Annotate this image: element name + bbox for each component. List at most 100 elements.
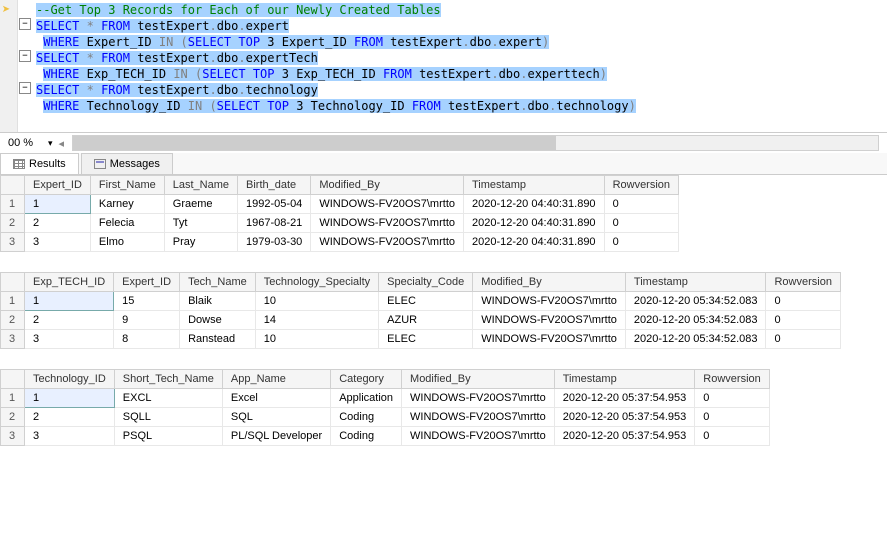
scroll-left-icon[interactable]: ◂ bbox=[59, 137, 65, 150]
fold-toggle[interactable]: − bbox=[19, 18, 31, 30]
cell[interactable]: 2020-12-20 05:34:52.083 bbox=[625, 311, 766, 330]
column-header[interactable]: Modified_By bbox=[402, 370, 555, 389]
zoom-input[interactable] bbox=[8, 137, 48, 149]
cell[interactable]: EXCL bbox=[114, 389, 222, 408]
cell[interactable]: 0 bbox=[766, 330, 840, 349]
sql-editor[interactable]: ➤ − − − --Get Top 3 Records for Each of … bbox=[0, 0, 887, 132]
cell[interactable]: 0 bbox=[695, 427, 769, 446]
column-header[interactable]: Expert_ID bbox=[25, 176, 91, 195]
cell[interactable]: WINDOWS-FV20OS7\mrtto bbox=[473, 292, 626, 311]
cell[interactable]: 1 bbox=[25, 195, 91, 214]
table-row[interactable]: 33ElmoPray1979-03-30WINDOWS-FV20OS7\mrtt… bbox=[1, 233, 679, 252]
cell[interactable]: Coding bbox=[331, 427, 402, 446]
cell[interactable]: Ranstead bbox=[180, 330, 256, 349]
cell[interactable]: 9 bbox=[114, 311, 180, 330]
column-header[interactable]: Technology_Specialty bbox=[255, 273, 378, 292]
tab-results[interactable]: Results bbox=[0, 153, 79, 174]
cell[interactable]: 2 bbox=[25, 214, 91, 233]
row-number[interactable]: 3 bbox=[1, 427, 25, 446]
cell[interactable]: Application bbox=[331, 389, 402, 408]
cell[interactable]: 2 bbox=[25, 408, 115, 427]
cell[interactable]: 0 bbox=[766, 311, 840, 330]
cell[interactable]: 15 bbox=[114, 292, 180, 311]
column-header[interactable]: Expert_ID bbox=[114, 273, 180, 292]
row-number[interactable]: 1 bbox=[1, 292, 25, 311]
cell[interactable]: 2020-12-20 05:37:54.953 bbox=[554, 408, 695, 427]
column-header[interactable]: First_Name bbox=[90, 176, 164, 195]
data-table[interactable]: Technology_IDShort_Tech_NameApp_NameCate… bbox=[0, 369, 770, 446]
row-number[interactable]: 2 bbox=[1, 311, 25, 330]
cell[interactable]: 10 bbox=[255, 292, 378, 311]
cell[interactable]: 0 bbox=[604, 214, 678, 233]
cell[interactable]: 1992-05-04 bbox=[238, 195, 311, 214]
table-row[interactable]: 229Dowse14AZURWINDOWS-FV20OS7\mrtto2020-… bbox=[1, 311, 841, 330]
cell[interactable]: Blaik bbox=[180, 292, 256, 311]
cell[interactable]: 2020-12-20 05:34:52.083 bbox=[625, 292, 766, 311]
cell[interactable]: 1 bbox=[25, 389, 115, 408]
row-number[interactable]: 2 bbox=[1, 214, 25, 233]
cell[interactable]: 0 bbox=[604, 195, 678, 214]
cell[interactable]: 10 bbox=[255, 330, 378, 349]
cell[interactable]: ELEC bbox=[379, 330, 473, 349]
column-header[interactable]: App_Name bbox=[222, 370, 330, 389]
column-header[interactable]: Timestamp bbox=[554, 370, 695, 389]
cell[interactable]: 0 bbox=[604, 233, 678, 252]
cell[interactable]: 0 bbox=[695, 408, 769, 427]
column-header[interactable]: Short_Tech_Name bbox=[114, 370, 222, 389]
row-number[interactable]: 1 bbox=[1, 195, 25, 214]
cell[interactable]: Coding bbox=[331, 408, 402, 427]
cell[interactable]: ELEC bbox=[379, 292, 473, 311]
column-header[interactable]: Technology_ID bbox=[25, 370, 115, 389]
cell[interactable]: 0 bbox=[695, 389, 769, 408]
cell[interactable]: SQL bbox=[222, 408, 330, 427]
cell[interactable]: Graeme bbox=[164, 195, 237, 214]
cell[interactable]: WINDOWS-FV20OS7\mrtto bbox=[402, 408, 555, 427]
row-number[interactable]: 2 bbox=[1, 408, 25, 427]
cell[interactable]: WINDOWS-FV20OS7\mrtto bbox=[311, 233, 464, 252]
horizontal-scrollbar[interactable] bbox=[72, 135, 879, 151]
cell[interactable]: AZUR bbox=[379, 311, 473, 330]
cell[interactable]: 2020-12-20 04:40:31.890 bbox=[464, 195, 605, 214]
cell[interactable]: 14 bbox=[255, 311, 378, 330]
cell[interactable]: 1967-08-21 bbox=[238, 214, 311, 233]
cell[interactable]: 2 bbox=[25, 311, 114, 330]
table-row[interactable]: 22SQLLSQLCodingWINDOWS-FV20OS7\mrtto2020… bbox=[1, 408, 770, 427]
column-header[interactable]: Rowversion bbox=[695, 370, 769, 389]
cell[interactable]: 2020-12-20 05:37:54.953 bbox=[554, 389, 695, 408]
zoom-dropdown-icon[interactable]: ▾ bbox=[48, 138, 53, 149]
column-header[interactable]: Timestamp bbox=[625, 273, 766, 292]
cell[interactable]: WINDOWS-FV20OS7\mrtto bbox=[473, 311, 626, 330]
column-header[interactable]: Category bbox=[331, 370, 402, 389]
cell[interactable]: 2020-12-20 04:40:31.890 bbox=[464, 233, 605, 252]
cell[interactable]: WINDOWS-FV20OS7\mrtto bbox=[402, 389, 555, 408]
column-header[interactable]: Last_Name bbox=[164, 176, 237, 195]
cell[interactable]: 3 bbox=[25, 330, 114, 349]
cell[interactable]: WINDOWS-FV20OS7\mrtto bbox=[311, 195, 464, 214]
column-header[interactable]: Modified_By bbox=[473, 273, 626, 292]
table-row[interactable]: 1115Blaik10ELECWINDOWS-FV20OS7\mrtto2020… bbox=[1, 292, 841, 311]
cell[interactable]: 3 bbox=[25, 233, 91, 252]
cell[interactable]: PL/SQL Developer bbox=[222, 427, 330, 446]
cell[interactable]: 2020-12-20 05:34:52.083 bbox=[625, 330, 766, 349]
row-number[interactable]: 3 bbox=[1, 233, 25, 252]
tab-messages[interactable]: Messages bbox=[81, 153, 173, 174]
cell[interactable]: WINDOWS-FV20OS7\mrtto bbox=[402, 427, 555, 446]
column-header[interactable]: Exp_TECH_ID bbox=[25, 273, 114, 292]
column-header[interactable]: Birth_date bbox=[238, 176, 311, 195]
cell[interactable]: 3 bbox=[25, 427, 115, 446]
column-header[interactable]: Rowversion bbox=[766, 273, 840, 292]
column-header[interactable]: Specialty_Code bbox=[379, 273, 473, 292]
table-row[interactable]: 11KarneyGraeme1992-05-04WINDOWS-FV20OS7\… bbox=[1, 195, 679, 214]
table-row[interactable]: 338Ranstead10ELECWINDOWS-FV20OS7\mrtto20… bbox=[1, 330, 841, 349]
cell[interactable]: SQLL bbox=[114, 408, 222, 427]
cell[interactable]: 2020-12-20 05:37:54.953 bbox=[554, 427, 695, 446]
cell[interactable]: WINDOWS-FV20OS7\mrtto bbox=[311, 214, 464, 233]
column-header[interactable]: Rowversion bbox=[604, 176, 678, 195]
row-number[interactable]: 3 bbox=[1, 330, 25, 349]
cell[interactable]: 0 bbox=[766, 292, 840, 311]
data-table[interactable]: Expert_IDFirst_NameLast_NameBirth_dateMo… bbox=[0, 175, 679, 252]
cell[interactable]: PSQL bbox=[114, 427, 222, 446]
cell[interactable]: 1 bbox=[25, 292, 114, 311]
cell[interactable]: 2020-12-20 04:40:31.890 bbox=[464, 214, 605, 233]
column-header[interactable]: Timestamp bbox=[464, 176, 605, 195]
